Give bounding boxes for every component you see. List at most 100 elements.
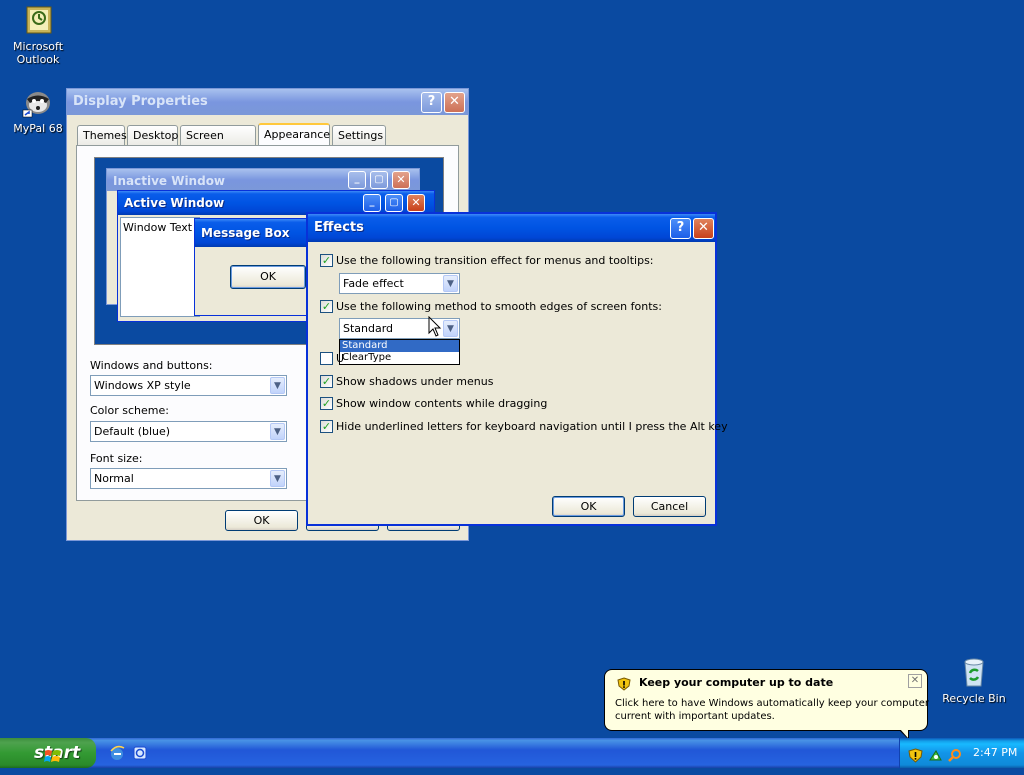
search-icon[interactable]	[947, 745, 962, 762]
menu-shadows-label: Show shadows under menus	[336, 375, 494, 388]
cancel-label: Cancel	[650, 500, 689, 513]
update-notification-balloon[interactable]: Keep your computer up to date ✕ Click he…	[604, 669, 929, 740]
desktop-icon-label: Microsoft	[12, 40, 64, 53]
windows-logo-icon	[10, 745, 61, 762]
font-size-value: Normal	[94, 472, 134, 485]
cancel-button[interactable]: Cancel	[633, 496, 706, 517]
clock[interactable]: 2:47 PM	[973, 738, 1017, 768]
desktop-icon-mypal[interactable]: MyPal 68	[0, 86, 76, 135]
effects-title: Effects	[314, 220, 364, 235]
display-properties-titlebar[interactable]: Display Properties	[67, 89, 468, 115]
windows-and-buttons-label: Windows and buttons:	[90, 359, 213, 372]
tab-label: Appearance	[264, 128, 331, 141]
close-button[interactable]: ✕	[693, 218, 714, 239]
tab-label: Settings	[338, 129, 384, 142]
tab-screen-saver[interactable]: Screen Saver	[180, 125, 256, 161]
chevron-down-icon[interactable]: ▼	[270, 470, 285, 487]
close-icon[interactable]: ✕	[908, 674, 922, 688]
hide-underlines-checkbox[interactable]: ✓	[320, 420, 333, 433]
minimize-icon: _	[348, 171, 366, 189]
ok-button[interactable]: OK	[552, 496, 625, 517]
balloon-pointer-fill	[900, 729, 908, 738]
internet-explorer-icon[interactable]	[109, 745, 125, 761]
effects-dialog: Effects ? ✕ ✓ Use the following transiti…	[306, 212, 728, 526]
balloon-body-line: current with important updates.	[615, 711, 775, 722]
balloon-body: Click here to have Windows automatically…	[615, 697, 929, 723]
color-scheme-label: Color scheme:	[90, 404, 169, 417]
smooth-edges-label: Use the following method to smooth edges…	[336, 300, 662, 313]
color-scheme-select[interactable]: Default (blue) ▼	[90, 421, 287, 442]
outlook-icon	[22, 4, 54, 36]
close-button[interactable]: ✕	[444, 92, 465, 113]
help-button[interactable]: ?	[670, 218, 691, 239]
dropdown-option-label: Standard	[342, 340, 388, 351]
mouse-cursor-icon	[428, 315, 442, 338]
dropdown-option-label: ClearType	[342, 352, 392, 363]
desktop-icon-label: MyPal 68	[13, 122, 63, 135]
large-icons-checkbox[interactable]	[320, 352, 333, 365]
chevron-down-icon[interactable]: ▼	[443, 275, 458, 292]
minimize-icon: _	[363, 194, 381, 212]
dropdown-option-standard[interactable]: Standard	[340, 340, 459, 352]
preview-ok-button: OK	[230, 265, 306, 289]
balloon-body-line: Click here to have Windows automatically…	[615, 698, 929, 709]
chevron-down-icon[interactable]: ▼	[443, 320, 458, 337]
dropdown-option-cleartype[interactable]: ClearType	[340, 352, 459, 364]
drag-contents-label: Show window contents while dragging	[336, 397, 548, 410]
transition-effect-select[interactable]: Fade effect ▼	[339, 273, 460, 294]
desktop-icon-recycle-bin[interactable]: Recycle Bin	[936, 656, 1012, 705]
desktop-icon-label: Recycle Bin	[942, 692, 1006, 705]
recycle-bin-icon	[958, 656, 990, 688]
chevron-down-icon[interactable]: ▼	[270, 377, 285, 394]
tab-label: Themes	[83, 129, 127, 142]
tab-appearance[interactable]: Appearance	[258, 123, 330, 146]
transition-effect-label: Use the following transition effect for …	[336, 254, 654, 267]
menu-shadows-checkbox[interactable]: ✓	[320, 375, 333, 388]
tab-label: Desktop	[133, 129, 179, 142]
hide-underlines-label: Hide underlined letters for keyboard nav…	[336, 420, 728, 433]
preview-active-title: Active Window	[124, 196, 225, 210]
tab-desktop[interactable]: Desktop	[127, 125, 178, 145]
security-shield-icon[interactable]	[908, 745, 923, 763]
desktop-icon-label: Outlook	[16, 53, 60, 66]
transition-effect-value: Fade effect	[343, 277, 404, 290]
tab-settings[interactable]: Settings	[332, 125, 386, 145]
ok-label: OK	[580, 500, 597, 513]
transition-effect-checkbox[interactable]: ✓	[320, 254, 333, 267]
start-button[interactable]: start	[0, 738, 96, 768]
preview-message-box-titlebar: Message Box	[195, 219, 315, 247]
window-title: Display Properties	[73, 94, 208, 109]
close-icon: ✕	[407, 194, 425, 212]
drag-contents-checkbox[interactable]: ✓	[320, 397, 333, 410]
preview-message-box-title: Message Box	[201, 226, 290, 240]
maximize-icon: ▢	[370, 171, 388, 189]
preview-window-text-area: Window Text	[120, 217, 200, 317]
desktop-icon-outlook[interactable]: Microsoft Outlook	[0, 4, 76, 66]
preview-window-text: Window Text	[123, 221, 193, 234]
smooth-edges-checkbox[interactable]: ✓	[320, 300, 333, 313]
preview-inactive-title: Inactive Window	[113, 174, 226, 188]
balloon-title: Keep your computer up to date	[639, 676, 834, 689]
ok-button[interactable]: OK	[225, 510, 298, 531]
smooth-edges-dropdown-list: Standard ClearType	[339, 339, 460, 365]
chevron-down-icon[interactable]: ▼	[270, 423, 285, 440]
font-size-select[interactable]: Normal ▼	[90, 468, 287, 489]
taskbar: start 2:47 PM	[0, 738, 1024, 768]
preview-message-box: Message Box OK	[194, 218, 316, 316]
help-button[interactable]: ?	[421, 92, 442, 113]
network-icon[interactable]	[928, 745, 943, 761]
tab-themes[interactable]: Themes	[77, 125, 127, 145]
windows-and-buttons-select[interactable]: Windows XP style ▼	[90, 375, 287, 396]
ok-label: OK	[253, 514, 270, 527]
close-icon: ✕	[392, 171, 410, 189]
smooth-edges-value: Standard	[343, 322, 394, 335]
maximize-icon: ▢	[385, 194, 403, 212]
outlook-express-icon[interactable]	[132, 745, 148, 761]
font-size-label: Font size:	[90, 452, 143, 465]
effects-titlebar[interactable]: Effects	[308, 214, 715, 242]
preview-ok-label: OK	[260, 270, 276, 283]
large-icons-label: U	[336, 352, 345, 365]
system-tray: 2:47 PM	[899, 738, 1024, 768]
windows-and-buttons-value: Windows XP style	[94, 379, 191, 392]
tab-strip: Themes Desktop Screen Saver Appearance S…	[77, 123, 460, 161]
